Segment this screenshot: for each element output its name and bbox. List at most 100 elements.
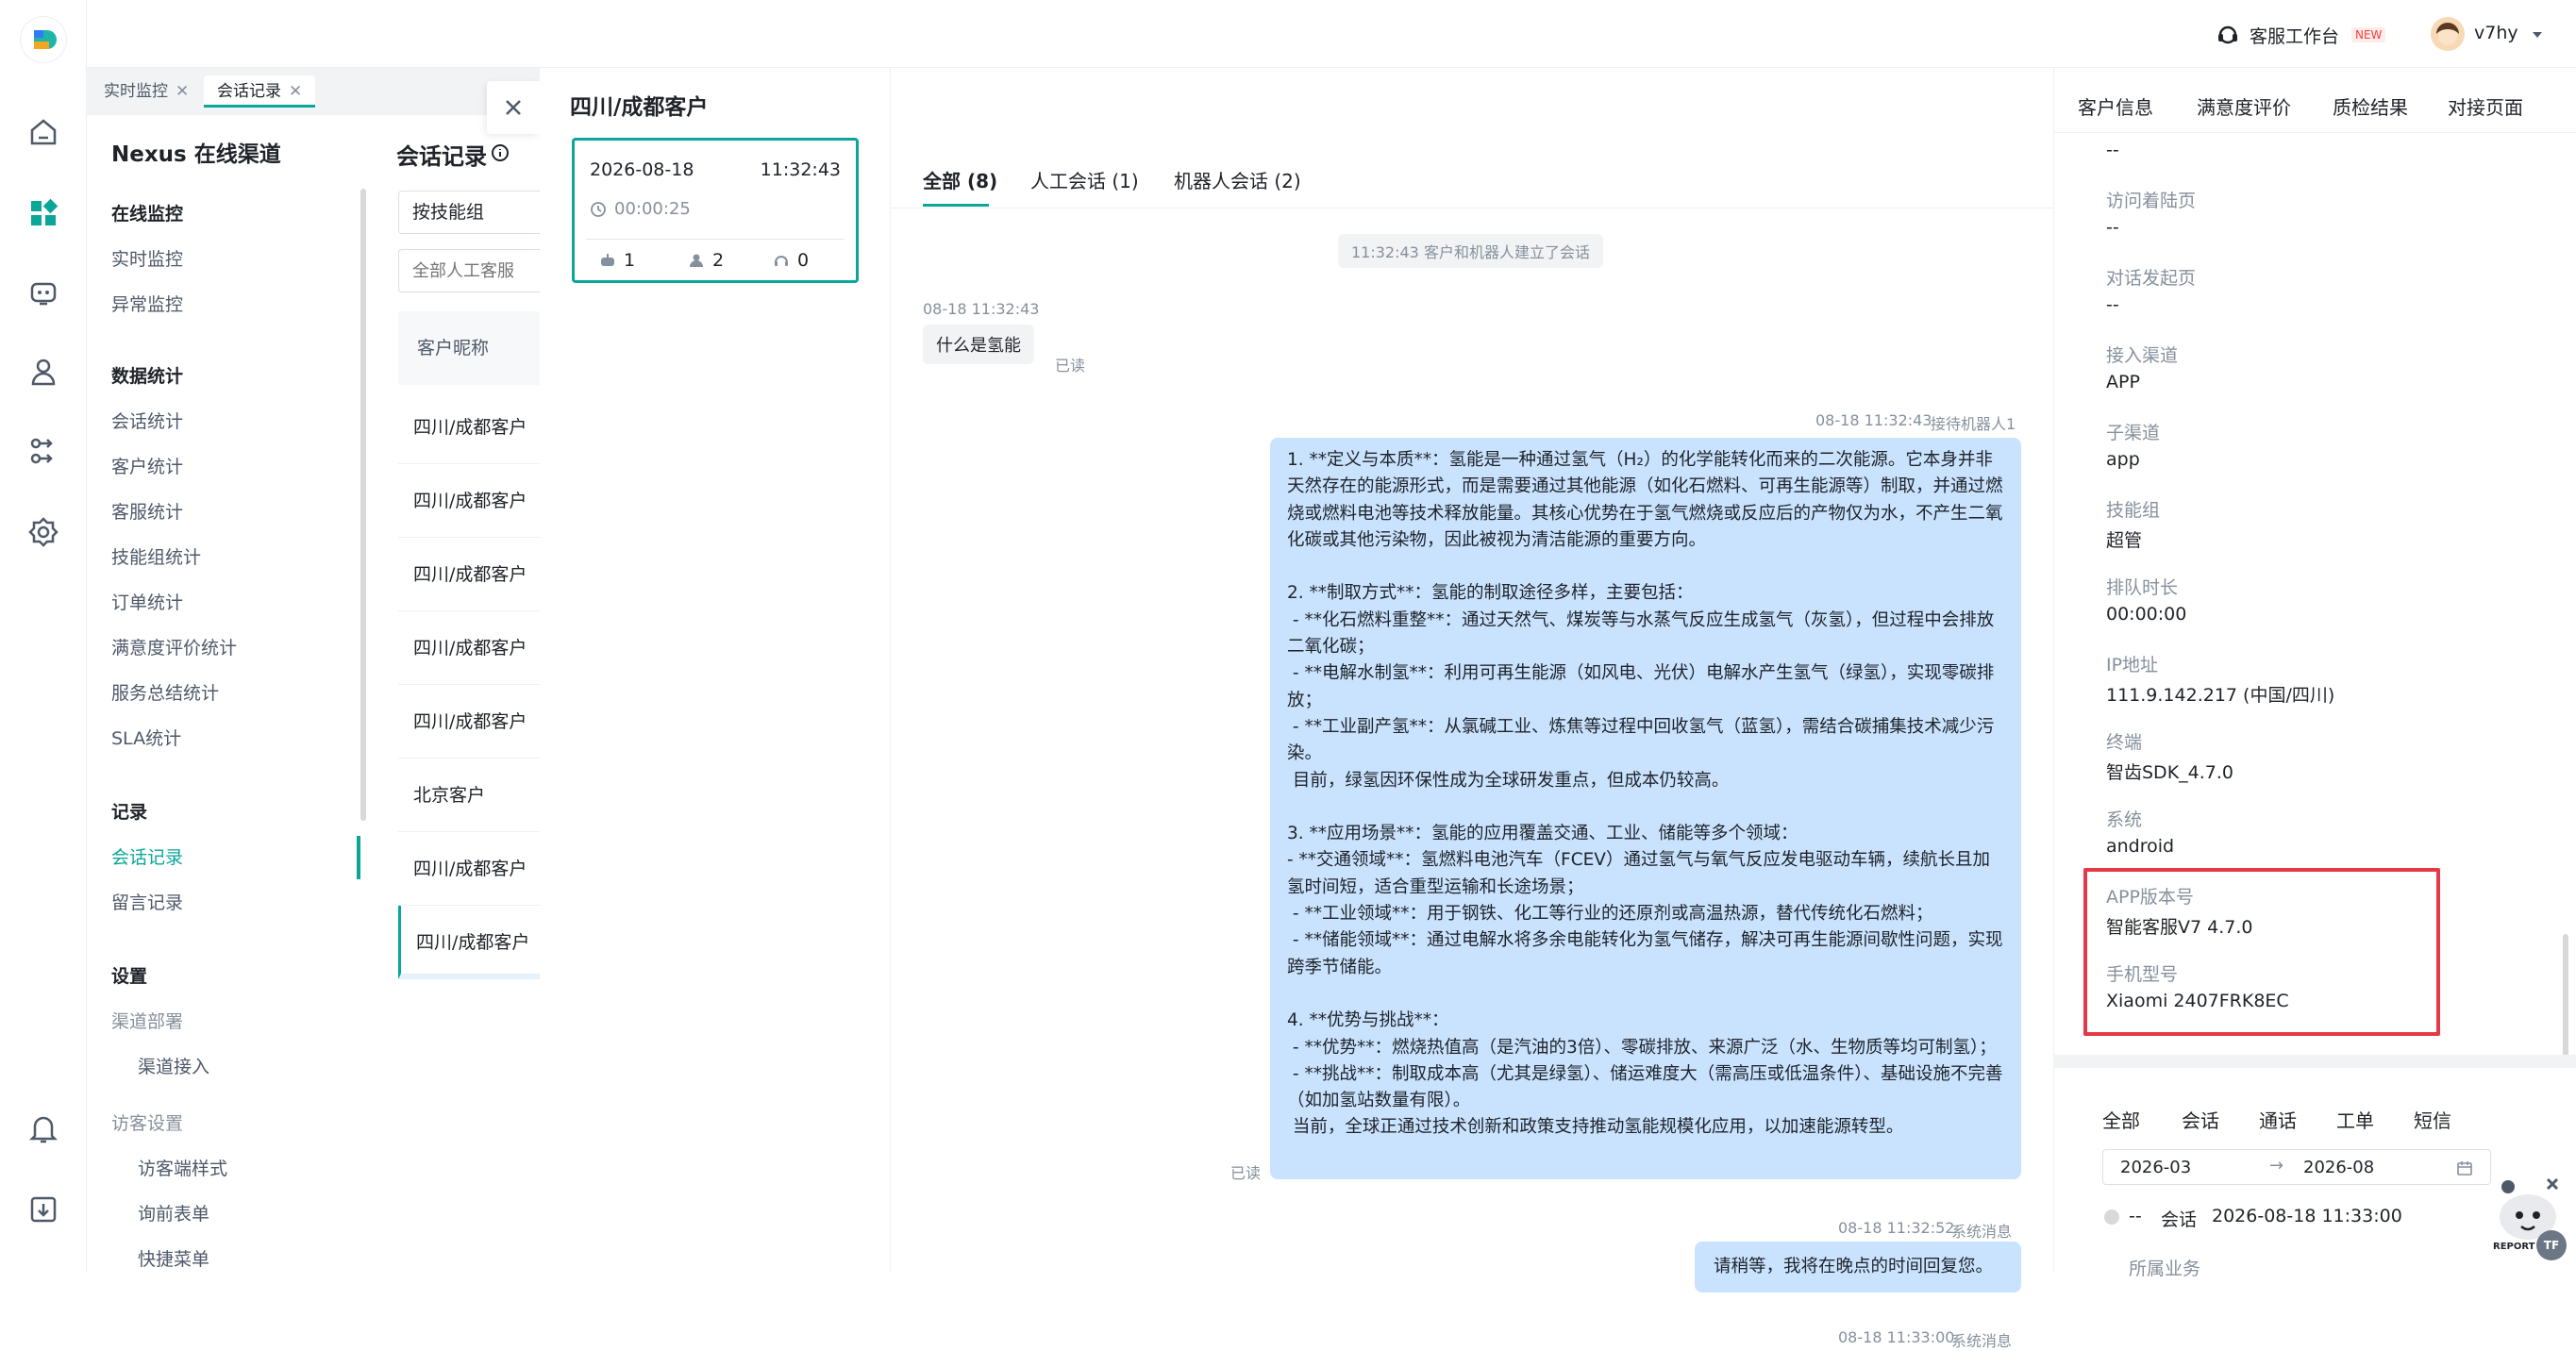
- report-tf-badge: TF: [2536, 1230, 2567, 1260]
- close-icon[interactable]: ✕: [289, 82, 302, 101]
- sidebar-item-channel-deploy[interactable]: 渠道部署: [111, 1008, 183, 1033]
- info-icon[interactable]: [491, 143, 510, 162]
- report-widget[interactable]: REPORT TF: [2485, 1174, 2570, 1264]
- tab-satisfaction[interactable]: 满意度评价: [2197, 92, 2291, 120]
- field-label: 手机型号: [2106, 964, 2179, 985]
- arrow-right-icon: →: [2269, 1156, 2284, 1176]
- card-divider: [586, 239, 845, 240]
- column-header: 客户昵称: [417, 338, 490, 359]
- sidebar-item-session-records[interactable]: 会话记录: [111, 843, 183, 869]
- read-status: 已读: [1230, 1164, 1262, 1182]
- sidebar-item-order-stats[interactable]: 订单统计: [111, 589, 183, 614]
- user-avatar[interactable]: [2431, 17, 2465, 51]
- sidebar-item-agent-stats[interactable]: 客服统计: [111, 498, 183, 524]
- date-range-picker[interactable]: 2026-03 → 2026-08: [2102, 1149, 2491, 1185]
- tab-chat-robot[interactable]: 机器人会话 (2): [1174, 166, 1301, 193]
- tab-history-ticket[interactable]: 工单: [2336, 1106, 2374, 1133]
- close-icon[interactable]: ✕: [176, 82, 189, 101]
- right-scrollbar[interactable]: [2563, 934, 2568, 1057]
- message-time: 08-18 11:32:43: [1815, 411, 1932, 429]
- sidebar-item-summary-stats[interactable]: 服务总结统计: [111, 679, 219, 705]
- field-value: 00:00:00: [2106, 604, 2187, 625]
- sidebar-item-message-records[interactable]: 留言记录: [111, 889, 183, 914]
- tab-history-session[interactable]: 会话: [2182, 1106, 2219, 1133]
- sidebar-item-sla-stats[interactable]: SLA统计: [111, 725, 181, 750]
- tab-quality[interactable]: 质检结果: [2333, 92, 2408, 120]
- field-label: APP版本号: [2106, 887, 2194, 908]
- field-value: --: [2106, 140, 2119, 160]
- nav-group-records: 记录: [111, 802, 148, 823]
- table-row[interactable]: 北京客户: [398, 759, 540, 832]
- workbench-link[interactable]: 客服工作台: [2250, 23, 2339, 48]
- tab-label: 会话记录: [217, 82, 281, 101]
- settings-gear-icon[interactable]: [26, 515, 60, 549]
- top-bar: 客服工作台 NEW v7hy: [87, 0, 2576, 68]
- sidebar-item-channel-access[interactable]: 渠道接入: [138, 1053, 209, 1078]
- tab-realtime-monitor[interactable]: 实时监控 ✕: [91, 75, 202, 108]
- tab-history-sms[interactable]: 短信: [2414, 1106, 2451, 1133]
- message-time: 08-18 11:33:00: [1838, 1328, 1955, 1346]
- tab-session-records[interactable]: 会话记录 ✕: [204, 75, 316, 108]
- agent-count: 0: [797, 250, 810, 271]
- tab-chat-human[interactable]: 人工会话 (1): [1030, 166, 1139, 193]
- skill-group-select[interactable]: 按技能组: [398, 191, 549, 234]
- message-time: 08-18 11:32:43: [923, 300, 1040, 318]
- agent-filter-input[interactable]: [398, 249, 549, 292]
- tab-customer-info[interactable]: 客户信息: [2078, 92, 2153, 120]
- home-icon[interactable]: [26, 115, 60, 149]
- username[interactable]: v7hy: [2474, 23, 2518, 43]
- tab-history-all[interactable]: 全部: [2102, 1106, 2140, 1133]
- icon-rail: [0, 0, 87, 1272]
- sidebar-scrollbar[interactable]: [360, 189, 366, 821]
- tab-chat-all[interactable]: 全部 (8): [923, 166, 997, 193]
- page-title: 会话记录: [396, 143, 487, 170]
- table-row-selected[interactable]: 四川/成都客户: [398, 906, 540, 979]
- table-row[interactable]: 四川/成都客户: [398, 685, 540, 759]
- system-message: 请稍等，我将在晚点的时间回复您。: [1695, 1242, 2021, 1293]
- date-start: 2026-03: [2120, 1158, 2192, 1177]
- sidebar-item-satisfaction-stats[interactable]: 满意度评价统计: [111, 634, 237, 659]
- chat-panel: 全部 (8) 人工会话 (1) 机器人会话 (2) 11:32:43 客户和机器…: [891, 68, 2053, 1350]
- field-value: 111.9.142.217 (中国/四川): [2106, 685, 2335, 706]
- bell-icon[interactable]: [26, 1111, 60, 1145]
- session-card[interactable]: 2026-08-18 11:32:43 00:00:25 1 2 0: [572, 138, 859, 283]
- field-value: APP: [2106, 372, 2140, 392]
- tab-integration[interactable]: 对接页面: [2448, 92, 2523, 120]
- sidebar-item-quick-menu[interactable]: 快捷菜单: [138, 1245, 209, 1271]
- sidebar-nav: Nexus 在线渠道 在线监控 实时监控 异常监控 数据统计 会话统计 客户统计…: [87, 115, 360, 1272]
- workflow-icon[interactable]: [26, 434, 60, 468]
- table-row[interactable]: 四川/成都客户: [398, 611, 540, 685]
- chevron-down-icon[interactable]: [2531, 28, 2544, 42]
- sidebar-item-customer-stats[interactable]: 客户统计: [111, 453, 183, 478]
- sidebar-item-visitor-style[interactable]: 访客端样式: [138, 1155, 227, 1180]
- table-row[interactable]: 四川/成都客户: [398, 538, 540, 611]
- dashboard-icon[interactable]: [26, 196, 60, 230]
- download-icon[interactable]: [26, 1193, 60, 1226]
- row-name: 四川/成都客户: [416, 932, 530, 953]
- sidebar-item-skill-stats[interactable]: 技能组统计: [111, 543, 201, 569]
- nav-group-settings: 设置: [111, 966, 148, 987]
- row-name: 四川/成都客户: [413, 638, 527, 659]
- sidebar-item-visitor-settings[interactable]: 访客设置: [111, 1109, 183, 1135]
- sidebar-item-session-stats[interactable]: 会话统计: [111, 408, 183, 433]
- tab-history-call[interactable]: 通话: [2259, 1106, 2297, 1133]
- agent-icon[interactable]: [26, 355, 60, 389]
- sidebar-item-realtime[interactable]: 实时监控: [111, 245, 183, 271]
- robot-icon[interactable]: [26, 275, 60, 309]
- sidebar-item-preform[interactable]: 询前表单: [138, 1200, 209, 1226]
- section-gap: [2053, 1055, 2576, 1068]
- clock-icon: [590, 201, 607, 218]
- read-status: 已读: [1055, 357, 1086, 375]
- history-time[interactable]: 2026-08-18 11:33:00: [2212, 1206, 2402, 1226]
- field-label: 系统: [2106, 809, 2143, 830]
- table-row[interactable]: 四川/成都客户: [398, 391, 540, 464]
- sidebar-item-anomaly[interactable]: 异常监控: [111, 291, 183, 316]
- row-name: 四川/成都客户: [413, 491, 527, 511]
- drawer-close-button[interactable]: [487, 81, 540, 134]
- table-row[interactable]: 四川/成都客户: [398, 832, 540, 906]
- nav-group-stats: 数据统计: [111, 366, 184, 387]
- date-end: 2026-08: [2303, 1158, 2375, 1177]
- table-row[interactable]: 四川/成都客户: [398, 464, 540, 538]
- row-name: 四川/成都客户: [413, 417, 527, 438]
- field-value: --: [2106, 217, 2119, 238]
